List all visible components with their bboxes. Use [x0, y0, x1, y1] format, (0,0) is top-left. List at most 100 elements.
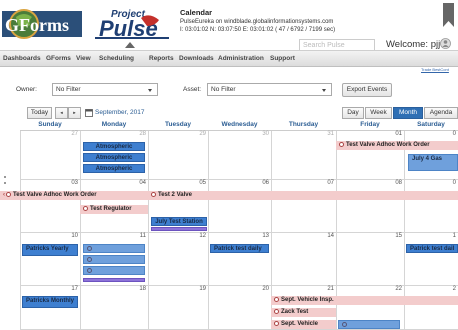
- day-number: 05: [199, 180, 206, 186]
- view-month-button[interactable]: Month: [393, 107, 423, 119]
- prev-month-button[interactable]: ◄: [55, 107, 68, 119]
- day-cell[interactable]: 14: [271, 233, 336, 286]
- day-number: 31: [327, 131, 334, 137]
- day-cell[interactable]: 20: [208, 286, 271, 330]
- event-july-test-station[interactable]: July Test Station: [151, 217, 207, 226]
- owner-select[interactable]: No Filter: [52, 83, 158, 96]
- asset-select-value: No Filter: [211, 86, 236, 93]
- owner-select-value: No Filter: [56, 86, 81, 93]
- nav-reports[interactable]: Reports: [149, 55, 174, 62]
- user-icon[interactable]: [440, 38, 451, 49]
- day-number: 21: [327, 286, 334, 292]
- day-number: 28: [139, 131, 146, 137]
- gutter-dot: [4, 176, 6, 178]
- day-number: 1: [452, 233, 456, 239]
- event-blank[interactable]: [83, 255, 145, 264]
- day-cell[interactable]: 17: [20, 286, 80, 330]
- day-number: 2: [452, 286, 456, 292]
- event-patricks-yearly[interactable]: Patricks Yearly: [22, 244, 78, 256]
- event-status-dot-icon: [151, 192, 156, 197]
- event-label: Test Valve Adhoc Work Order: [346, 142, 430, 148]
- day-cell[interactable]: 03: [20, 180, 80, 233]
- event-status-dot-icon: [274, 321, 279, 326]
- chevron-left-icon: ‹: [3, 192, 5, 198]
- trade-link[interactable]: Trade BestCont: [421, 67, 449, 72]
- bookmark-icon[interactable]: [443, 3, 454, 27]
- day-cell[interactable]: 01: [336, 131, 404, 180]
- event-atmospheric[interactable]: Atmospheric: [83, 164, 145, 173]
- event-test-valve-adhoc[interactable]: ‹ Test Valve Adhoc Work Order: [0, 191, 148, 200]
- day-number: 13: [262, 233, 269, 239]
- event-blank[interactable]: [83, 244, 145, 253]
- day-cell[interactable]: 13: [208, 233, 271, 286]
- event-test-2-valve[interactable]: Test 2 Valve: [148, 191, 458, 200]
- export-events-button[interactable]: Export Events: [342, 83, 392, 97]
- day-cell[interactable]: 12: [148, 233, 208, 286]
- event-label: Test Valve Adhoc Work Order: [13, 192, 97, 198]
- day-cell[interactable]: 07: [271, 180, 336, 233]
- event-atmospheric[interactable]: Atmospheric: [83, 142, 145, 151]
- day-cell[interactable]: 10: [20, 233, 80, 286]
- nav-support[interactable]: Support: [270, 55, 295, 62]
- event-label: Sept. Vehicle Insp.: [281, 297, 334, 303]
- day-cell[interactable]: 15: [336, 233, 404, 286]
- event-zack-test[interactable]: Zack Test: [271, 308, 336, 317]
- event-status-dot-icon: [6, 192, 11, 197]
- event-sept-vehicle[interactable]: Sept. Vehicle: [271, 320, 336, 329]
- day-number: 18: [139, 286, 146, 292]
- event-status-dot-icon: [274, 297, 279, 302]
- event-blank[interactable]: [338, 320, 400, 329]
- day-cell[interactable]: 2: [404, 286, 458, 330]
- day-cell[interactable]: 30: [208, 131, 271, 180]
- event-july-4-gas[interactable]: July 4 Gas: [408, 154, 458, 171]
- event-patricks-monthly[interactable]: Patricks Monthly: [22, 296, 78, 308]
- day-cell[interactable]: 08: [336, 180, 404, 233]
- event-atmospheric[interactable]: Atmospheric: [83, 153, 145, 162]
- next-month-button[interactable]: ►: [68, 107, 81, 119]
- day-cell[interactable]: 29: [148, 131, 208, 180]
- view-day-button[interactable]: Day: [342, 107, 364, 119]
- view-agenda-button[interactable]: Agenda: [424, 107, 458, 119]
- asset-select[interactable]: No Filter: [207, 83, 332, 96]
- day-header-friday: Friday: [336, 121, 404, 131]
- owner-label: Owner:: [16, 86, 37, 93]
- day-number: 03: [71, 180, 78, 186]
- event-label: Sept. Vehicle: [281, 321, 319, 327]
- today-button[interactable]: Today: [27, 107, 52, 119]
- day-number: 27: [71, 131, 78, 137]
- day-cell[interactable]: 06: [208, 180, 271, 233]
- event-status-dot-icon: [274, 309, 279, 314]
- event-status-dot-icon: [87, 268, 92, 273]
- nav-dashboards[interactable]: Dashboards: [3, 55, 41, 62]
- nav-view[interactable]: View: [76, 55, 91, 62]
- day-cell[interactable]: 31: [271, 131, 336, 180]
- event-patrick-test-daily[interactable]: Patrick test daily: [210, 244, 269, 253]
- chevron-down-icon: [148, 89, 152, 92]
- nav-downloads[interactable]: Downloads: [179, 55, 214, 62]
- day-cell[interactable]: 19: [148, 286, 208, 330]
- nav-administration[interactable]: Administration: [218, 55, 264, 62]
- day-header-saturday: Saturday: [404, 121, 458, 131]
- day-cell[interactable]: 1: [404, 233, 458, 286]
- event-overflow-bar[interactable]: [151, 227, 207, 231]
- view-week-button[interactable]: Week: [365, 107, 392, 119]
- day-header-tuesday: Tuesday: [148, 121, 208, 131]
- day-number: 11: [139, 233, 146, 239]
- event-label: Test Regulator: [90, 206, 132, 212]
- event-test-valve-adhoc[interactable]: Test Valve Adhoc Work Order: [336, 141, 458, 150]
- day-number: 17: [71, 286, 78, 292]
- day-cell[interactable]: 27: [20, 131, 80, 180]
- event-patrick-test-daily[interactable]: Patrick test dail: [406, 244, 458, 253]
- event-sept-vehicle-insp[interactable]: Sept. Vehicle Insp.: [271, 296, 458, 305]
- nav-gforms[interactable]: GForms: [46, 55, 71, 62]
- event-overflow-bar[interactable]: [83, 278, 145, 282]
- event-blank[interactable]: [83, 266, 145, 275]
- day-number: 06: [262, 180, 269, 186]
- day-cell[interactable]: 18: [80, 286, 148, 330]
- day-cell[interactable]: 0: [404, 180, 458, 233]
- event-test-regulator[interactable]: Test Regulator: [80, 205, 148, 214]
- pulse-logo[interactable]: Project Pulse: [93, 6, 171, 40]
- day-header-sunday: Sunday: [20, 121, 80, 131]
- nav-scheduling[interactable]: Scheduling: [99, 55, 134, 62]
- gforms-logo[interactable]: GForms: [2, 5, 82, 43]
